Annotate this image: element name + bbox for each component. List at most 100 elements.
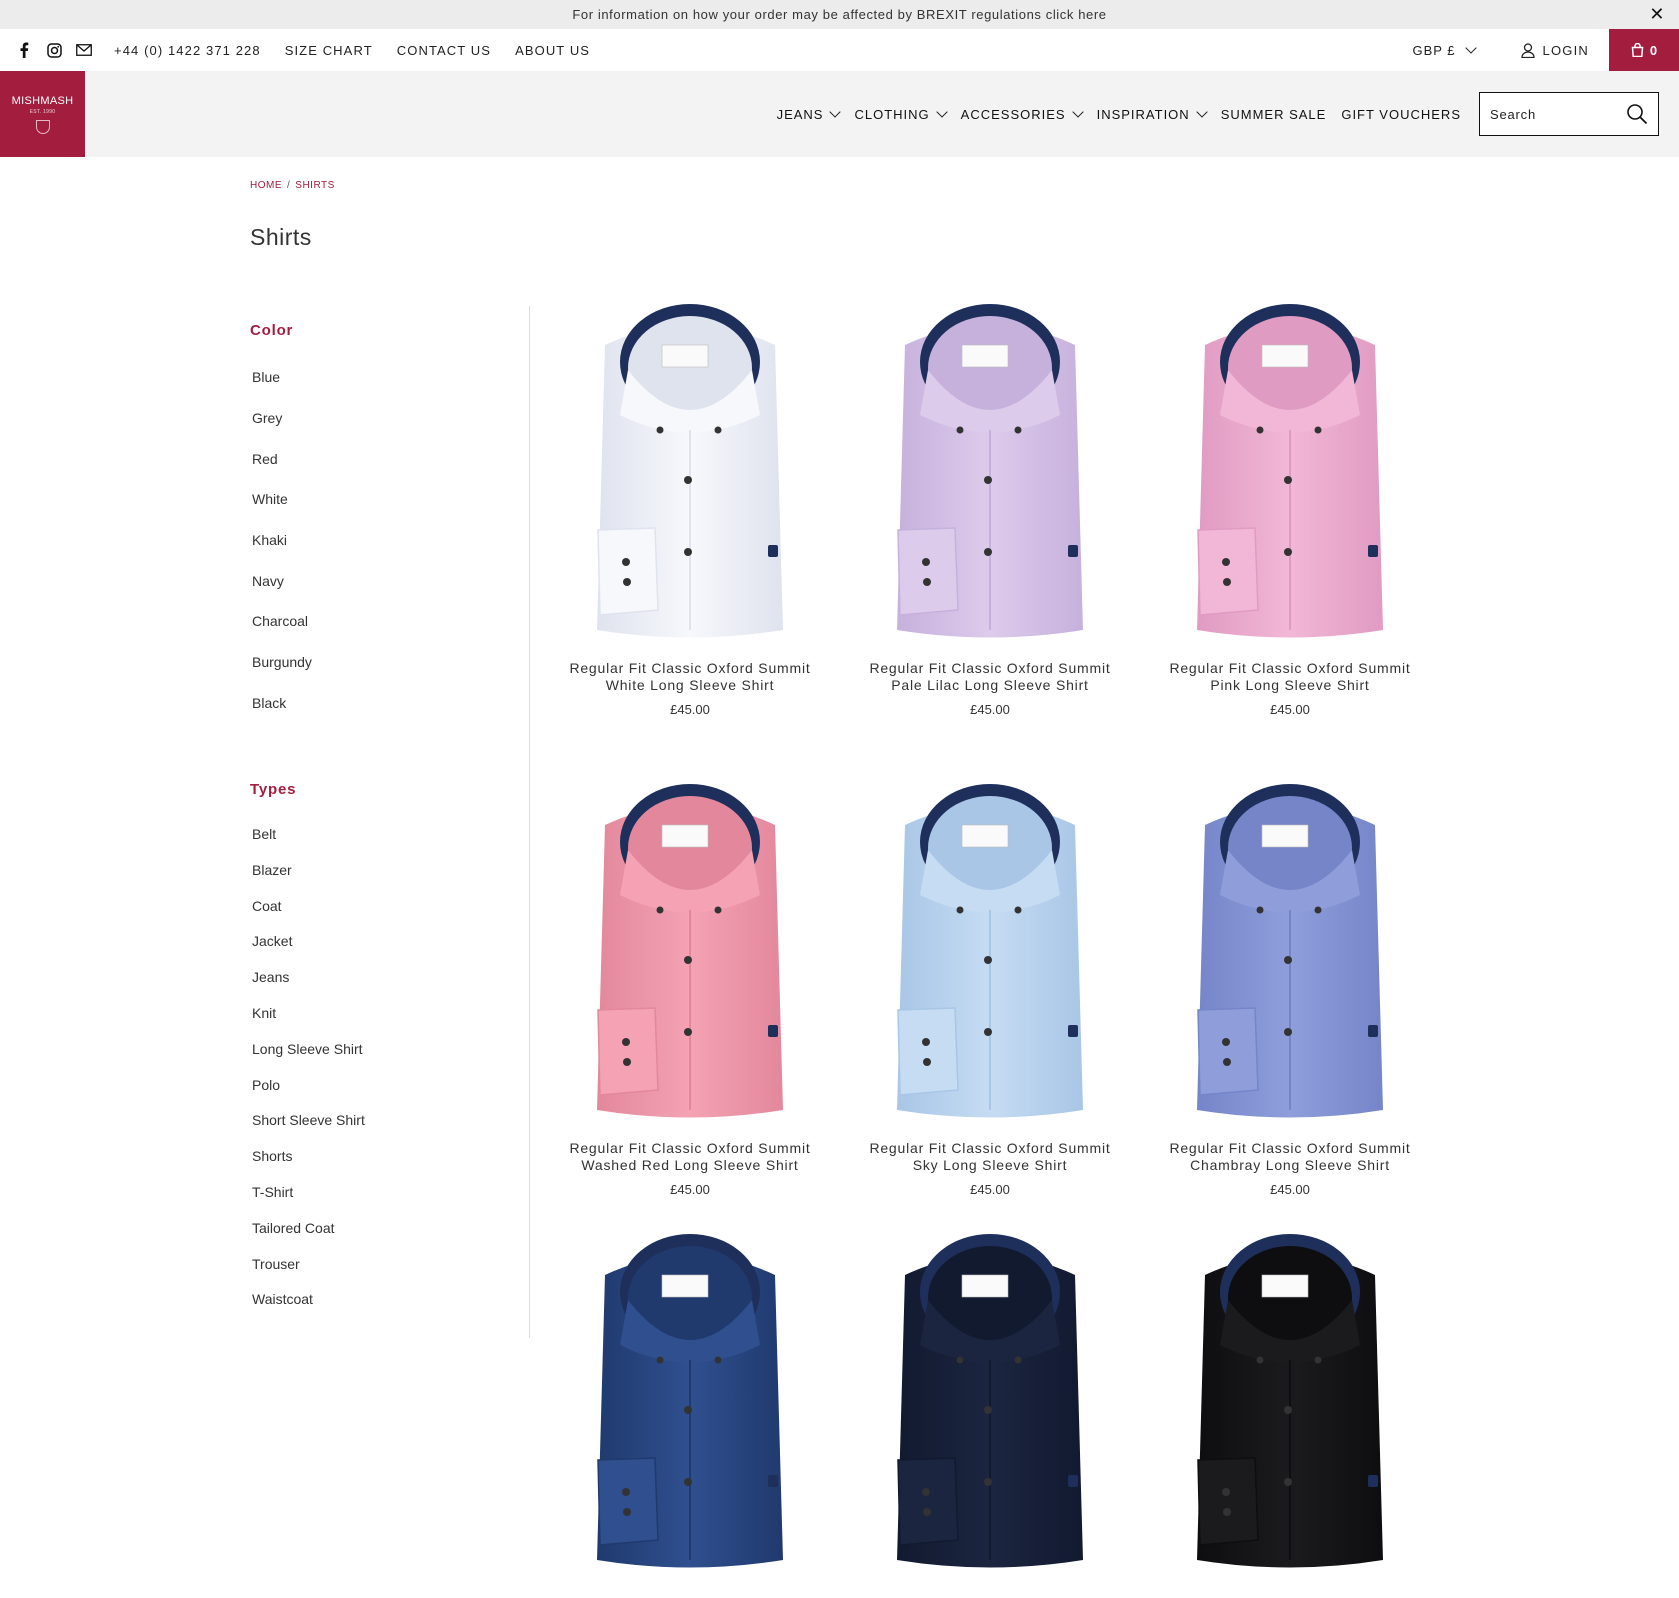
color-filter-item-red[interactable]: Red bbox=[250, 438, 510, 479]
contact-us-link[interactable]: CONTACT US bbox=[397, 43, 491, 58]
product-card[interactable] bbox=[540, 1230, 840, 1598]
types-filter-item-jacket[interactable]: Jacket bbox=[250, 924, 510, 960]
types-filter-item-polo[interactable]: Polo bbox=[250, 1067, 510, 1103]
color-filter-item-charcoal[interactable]: Charcoal bbox=[250, 601, 510, 642]
facebook-icon[interactable] bbox=[16, 42, 32, 58]
product-image[interactable] bbox=[840, 780, 1140, 1140]
login-label: LOGIN bbox=[1542, 42, 1589, 58]
product-card[interactable]: Regular Fit Classic Oxford Summit Chambra… bbox=[1140, 780, 1440, 1197]
product-title[interactable]: Regular Fit Classic Oxford Summit Sky Lon… bbox=[840, 1140, 1140, 1174]
types-filter-item-coat[interactable]: Coat bbox=[250, 888, 510, 924]
product-card[interactable] bbox=[840, 1230, 1140, 1598]
shirt-image bbox=[1197, 1234, 1383, 1568]
user-icon bbox=[1520, 42, 1535, 58]
shirt-image bbox=[597, 784, 783, 1118]
product-image[interactable] bbox=[1140, 780, 1440, 1140]
product-title-line2: Sky Long Sleeve Shirt bbox=[912, 1157, 1068, 1173]
nav-item-gift-vouchers[interactable]: GIFT VOUCHERS bbox=[1341, 107, 1461, 122]
product-card[interactable]: Regular Fit Classic Oxford Summit Pink Lo… bbox=[1140, 300, 1440, 717]
types-filter-item-waistcoat[interactable]: Waistcoat bbox=[250, 1282, 510, 1318]
phone-link[interactable]: +44 (0) 1422 371 228 bbox=[114, 43, 261, 58]
logo-text: MISHMASH bbox=[11, 94, 74, 107]
instagram-icon[interactable] bbox=[46, 42, 62, 58]
product-title[interactable]: Regular Fit Classic Oxford Summit White L… bbox=[540, 660, 840, 694]
account-area: GBP £ LOGIN 0 bbox=[1412, 29, 1679, 71]
nav-item-jeans[interactable]: JEANS bbox=[777, 106, 842, 122]
nav-item-accessories[interactable]: ACCESSORIES bbox=[960, 106, 1084, 122]
product-image[interactable] bbox=[1140, 1230, 1440, 1590]
nav-label: ACCESSORIES bbox=[960, 106, 1066, 122]
chevron-down-icon bbox=[1071, 106, 1084, 118]
product-image[interactable] bbox=[1140, 300, 1440, 660]
search-input[interactable] bbox=[1490, 106, 1620, 122]
product-card[interactable]: Regular Fit Classic Oxford Summit Sky Lon… bbox=[840, 780, 1140, 1197]
product-card[interactable]: Regular Fit Classic Oxford Summit Pale Li… bbox=[840, 300, 1140, 717]
nav-item-summer-sale[interactable]: SUMMER SALE bbox=[1221, 107, 1327, 122]
announcement-text[interactable]: For information on how your order may be… bbox=[572, 7, 1106, 22]
product-title-line2: White Long Sleeve Shirt bbox=[605, 677, 775, 693]
product-price: £45.00 bbox=[670, 702, 710, 717]
product-image[interactable] bbox=[840, 300, 1140, 660]
product-card[interactable] bbox=[1140, 1230, 1440, 1598]
email-icon[interactable] bbox=[76, 42, 92, 58]
product-image[interactable] bbox=[840, 1230, 1140, 1590]
about-us-link[interactable]: ABOUT US bbox=[515, 43, 590, 58]
product-price: £45.00 bbox=[1270, 702, 1310, 717]
currency-selector[interactable]: GBP £ bbox=[1412, 42, 1477, 58]
crest-icon bbox=[35, 119, 50, 134]
divider bbox=[529, 306, 530, 1338]
announcement-bar[interactable]: For information on how your order may be… bbox=[0, 0, 1679, 29]
product-title[interactable]: Regular Fit Classic Oxford Summit Washed … bbox=[540, 1140, 840, 1174]
login-link[interactable]: LOGIN bbox=[1520, 42, 1589, 58]
nav-item-inspiration[interactable]: INSPIRATION bbox=[1096, 106, 1208, 122]
shirt-image bbox=[897, 784, 1083, 1118]
brand-logo[interactable]: MISHMASH EST. 1990 bbox=[0, 71, 85, 157]
search-box[interactable] bbox=[1479, 92, 1659, 136]
color-filter-heading: Color bbox=[250, 322, 294, 339]
types-filter-item-belt[interactable]: Belt bbox=[250, 816, 510, 852]
product-title[interactable]: Regular Fit Classic Oxford Summit Chambra… bbox=[1140, 1140, 1440, 1174]
breadcrumb-home[interactable]: HOME bbox=[250, 180, 282, 191]
cart-button[interactable]: 0 bbox=[1609, 29, 1679, 71]
product-image[interactable] bbox=[540, 1230, 840, 1590]
product-title[interactable]: Regular Fit Classic Oxford Summit Pink Lo… bbox=[1140, 660, 1440, 694]
color-filter-item-navy[interactable]: Navy bbox=[250, 560, 510, 601]
breadcrumb-separator: / bbox=[287, 180, 291, 191]
types-filter-item-short-sleeve-shirt[interactable]: Short Sleeve Shirt bbox=[250, 1103, 510, 1139]
product-price: £45.00 bbox=[970, 702, 1010, 717]
color-filter-item-burgundy[interactable]: Burgundy bbox=[250, 642, 510, 683]
types-filter-item-long-sleeve-shirt[interactable]: Long Sleeve Shirt bbox=[250, 1031, 510, 1067]
shirt-image bbox=[1197, 784, 1383, 1118]
types-filter-item-blazer[interactable]: Blazer bbox=[250, 852, 510, 888]
color-filter-item-khaki[interactable]: Khaki bbox=[250, 520, 510, 561]
color-filter-item-white[interactable]: White bbox=[250, 479, 510, 520]
nav-item-clothing[interactable]: CLOTHING bbox=[854, 106, 948, 122]
color-filter-item-grey[interactable]: Grey bbox=[250, 398, 510, 439]
product-card[interactable]: Regular Fit Classic Oxford Summit Washed … bbox=[540, 780, 840, 1197]
types-filter-item-jeans[interactable]: Jeans bbox=[250, 959, 510, 995]
site-header: MISHMASH EST. 1990 JEANS CLOTHING ACCESS… bbox=[0, 71, 1679, 157]
logo-est: EST. 1990 bbox=[29, 108, 56, 115]
search-icon[interactable] bbox=[1626, 103, 1648, 125]
shirt-image bbox=[597, 304, 783, 638]
types-filter-item-tailored-coat[interactable]: Tailored Coat bbox=[250, 1210, 510, 1246]
product-image[interactable] bbox=[540, 300, 840, 660]
size-chart-link[interactable]: SIZE CHART bbox=[285, 43, 373, 58]
nav-label: SUMMER SALE bbox=[1220, 106, 1327, 122]
breadcrumb-current[interactable]: SHIRTS bbox=[295, 180, 335, 191]
nav-label: GIFT VOUCHERS bbox=[1341, 106, 1461, 122]
types-filter-item-t-shirt[interactable]: T-Shirt bbox=[250, 1174, 510, 1210]
color-filter-item-blue[interactable]: Blue bbox=[250, 357, 510, 398]
nav-label: INSPIRATION bbox=[1096, 106, 1190, 122]
nav-label: CLOTHING bbox=[854, 106, 930, 122]
chevron-down-icon bbox=[935, 106, 948, 118]
close-icon[interactable]: ✕ bbox=[1649, 4, 1665, 25]
types-filter-item-trouser[interactable]: Trouser bbox=[250, 1246, 510, 1282]
product-title[interactable]: Regular Fit Classic Oxford Summit Pale Li… bbox=[840, 660, 1140, 694]
product-card[interactable]: Regular Fit Classic Oxford Summit White L… bbox=[540, 300, 840, 717]
types-filter-item-shorts[interactable]: Shorts bbox=[250, 1138, 510, 1174]
filter-sidebar: Color Blue Grey Red White Khaki Navy Charcoal B… bbox=[250, 300, 510, 1317]
types-filter-item-knit[interactable]: Knit bbox=[250, 995, 510, 1031]
product-image[interactable] bbox=[540, 780, 840, 1140]
color-filter-item-black[interactable]: Black bbox=[250, 683, 510, 724]
